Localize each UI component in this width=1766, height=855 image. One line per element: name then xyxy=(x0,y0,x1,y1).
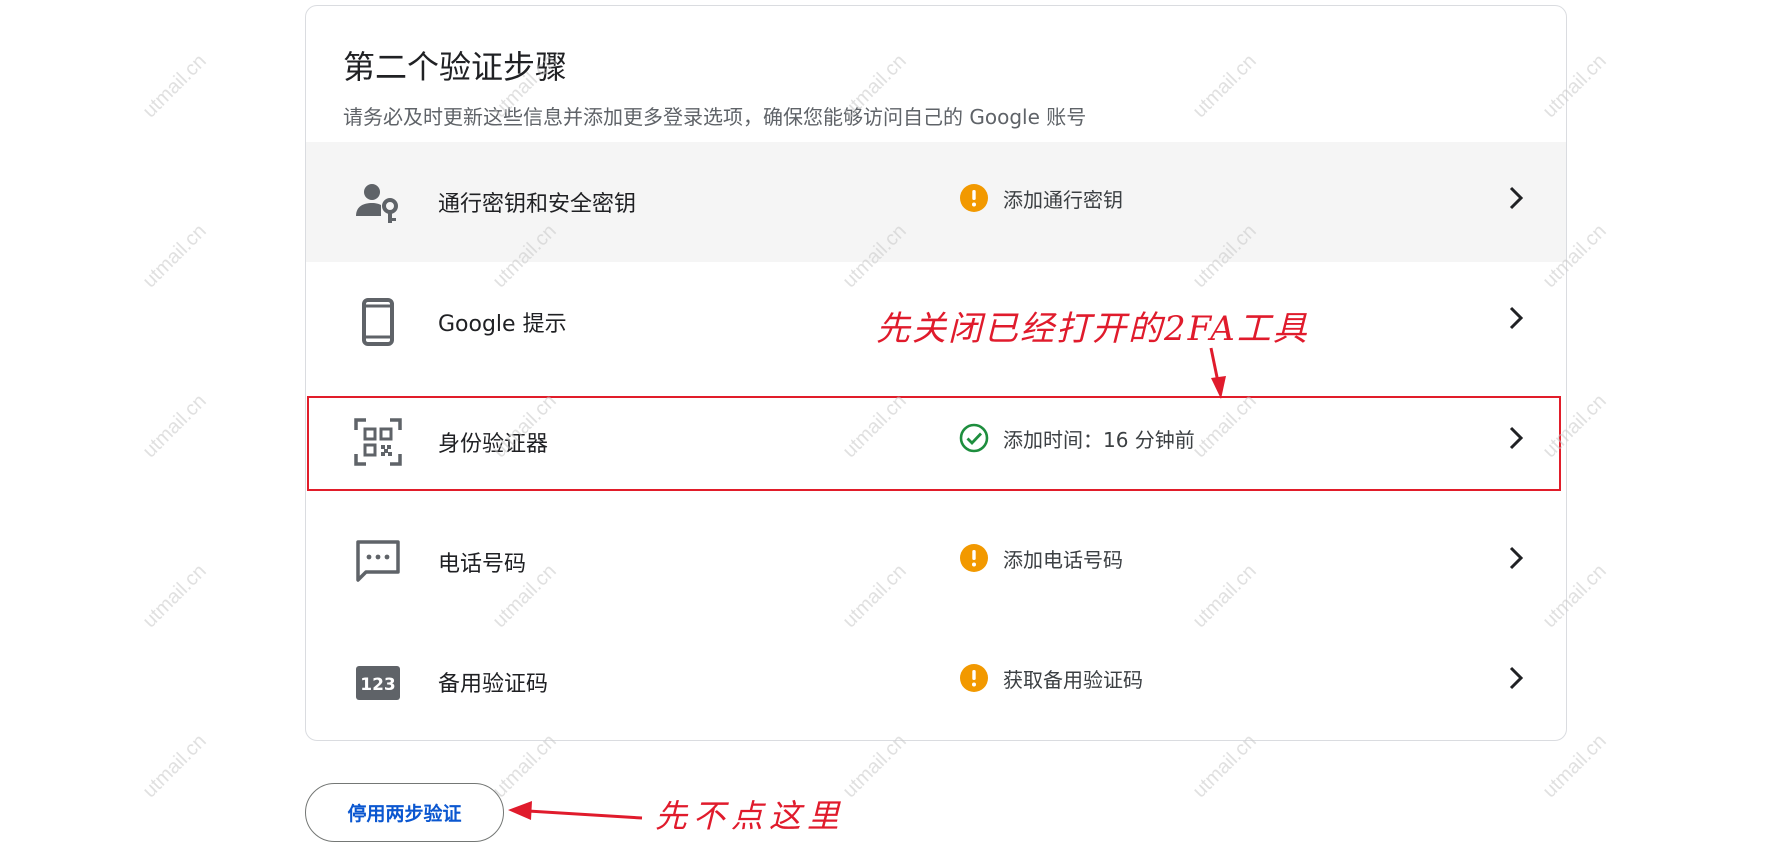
disable-2fa-button[interactable]: 停用两步验证 xyxy=(305,783,504,842)
code-123-icon: 123 xyxy=(354,658,402,706)
row-name: 通行密钥和安全密钥 xyxy=(438,192,637,217)
watermark: utmail.cn xyxy=(138,390,211,463)
row-name: 备用验证码 xyxy=(438,672,549,697)
chevron-right-icon xyxy=(1509,666,1524,690)
row-backup-codes[interactable]: 123 备用验证码 获取备用验证码 xyxy=(306,622,1566,740)
arrow-left xyxy=(508,801,643,820)
row-name: Google 提示 xyxy=(438,312,567,337)
row-passkeys[interactable]: 通行密钥和安全密钥 添加通行密钥 xyxy=(306,142,1566,262)
watermark: utmail.cn xyxy=(138,50,211,123)
qr-code-icon xyxy=(354,418,402,466)
chevron-right-icon xyxy=(1509,546,1524,570)
watermark: utmail.cn xyxy=(838,730,911,803)
row-status: 获取备用验证码 xyxy=(959,662,1143,694)
warning-icon xyxy=(959,183,989,213)
verification-steps-card: 第二个验证步骤 请务必及时更新这些信息并添加更多登录选项，确保您能够访问自己的 … xyxy=(305,5,1567,741)
person-key-icon xyxy=(354,178,402,226)
message-icon xyxy=(354,538,402,586)
annotation-close-2fa: 先关闭已经打开的2FA工具 xyxy=(876,309,1309,349)
row-status-text: 添加通行密钥 xyxy=(1003,187,1123,212)
warning-icon xyxy=(959,543,989,573)
check-circle-icon xyxy=(959,423,989,453)
watermark: utmail.cn xyxy=(1538,730,1611,803)
watermark: utmail.cn xyxy=(138,730,211,803)
chevron-right-icon xyxy=(1509,306,1524,330)
row-status-text: 获取备用验证码 xyxy=(1003,667,1143,692)
watermark: utmail.cn xyxy=(138,220,211,293)
chevron-right-icon xyxy=(1509,426,1524,450)
chevron-right-icon xyxy=(1509,186,1524,210)
section-subtitle: 请务必及时更新这些信息并添加更多登录选项，确保您能够访问自己的 Google 账… xyxy=(343,105,1087,129)
code-123-text: 123 xyxy=(360,675,396,695)
watermark: utmail.cn xyxy=(138,560,211,633)
row-status: 添加时间：16 分钟前 xyxy=(959,422,1195,454)
annotation-dont-click: 先不点这里 xyxy=(655,797,846,835)
row-phone-number[interactable]: 电话号码 添加电话号码 xyxy=(306,502,1566,622)
row-status: 添加通行密钥 xyxy=(959,182,1123,214)
row-name: 身份验证器 xyxy=(438,432,549,457)
row-status-text: 添加时间：16 分钟前 xyxy=(1003,427,1195,452)
row-authenticator[interactable]: 身份验证器 添加时间：16 分钟前 xyxy=(306,382,1566,502)
row-status: 添加电话号码 xyxy=(959,542,1123,574)
watermark: utmail.cn xyxy=(1188,730,1261,803)
phone-icon xyxy=(354,298,402,346)
section-title: 第二个验证步骤 xyxy=(343,48,568,86)
warning-icon xyxy=(959,663,989,693)
watermark: utmail.cn xyxy=(488,730,561,803)
row-name: 电话号码 xyxy=(438,552,527,577)
row-status-text: 添加电话号码 xyxy=(1003,547,1123,572)
